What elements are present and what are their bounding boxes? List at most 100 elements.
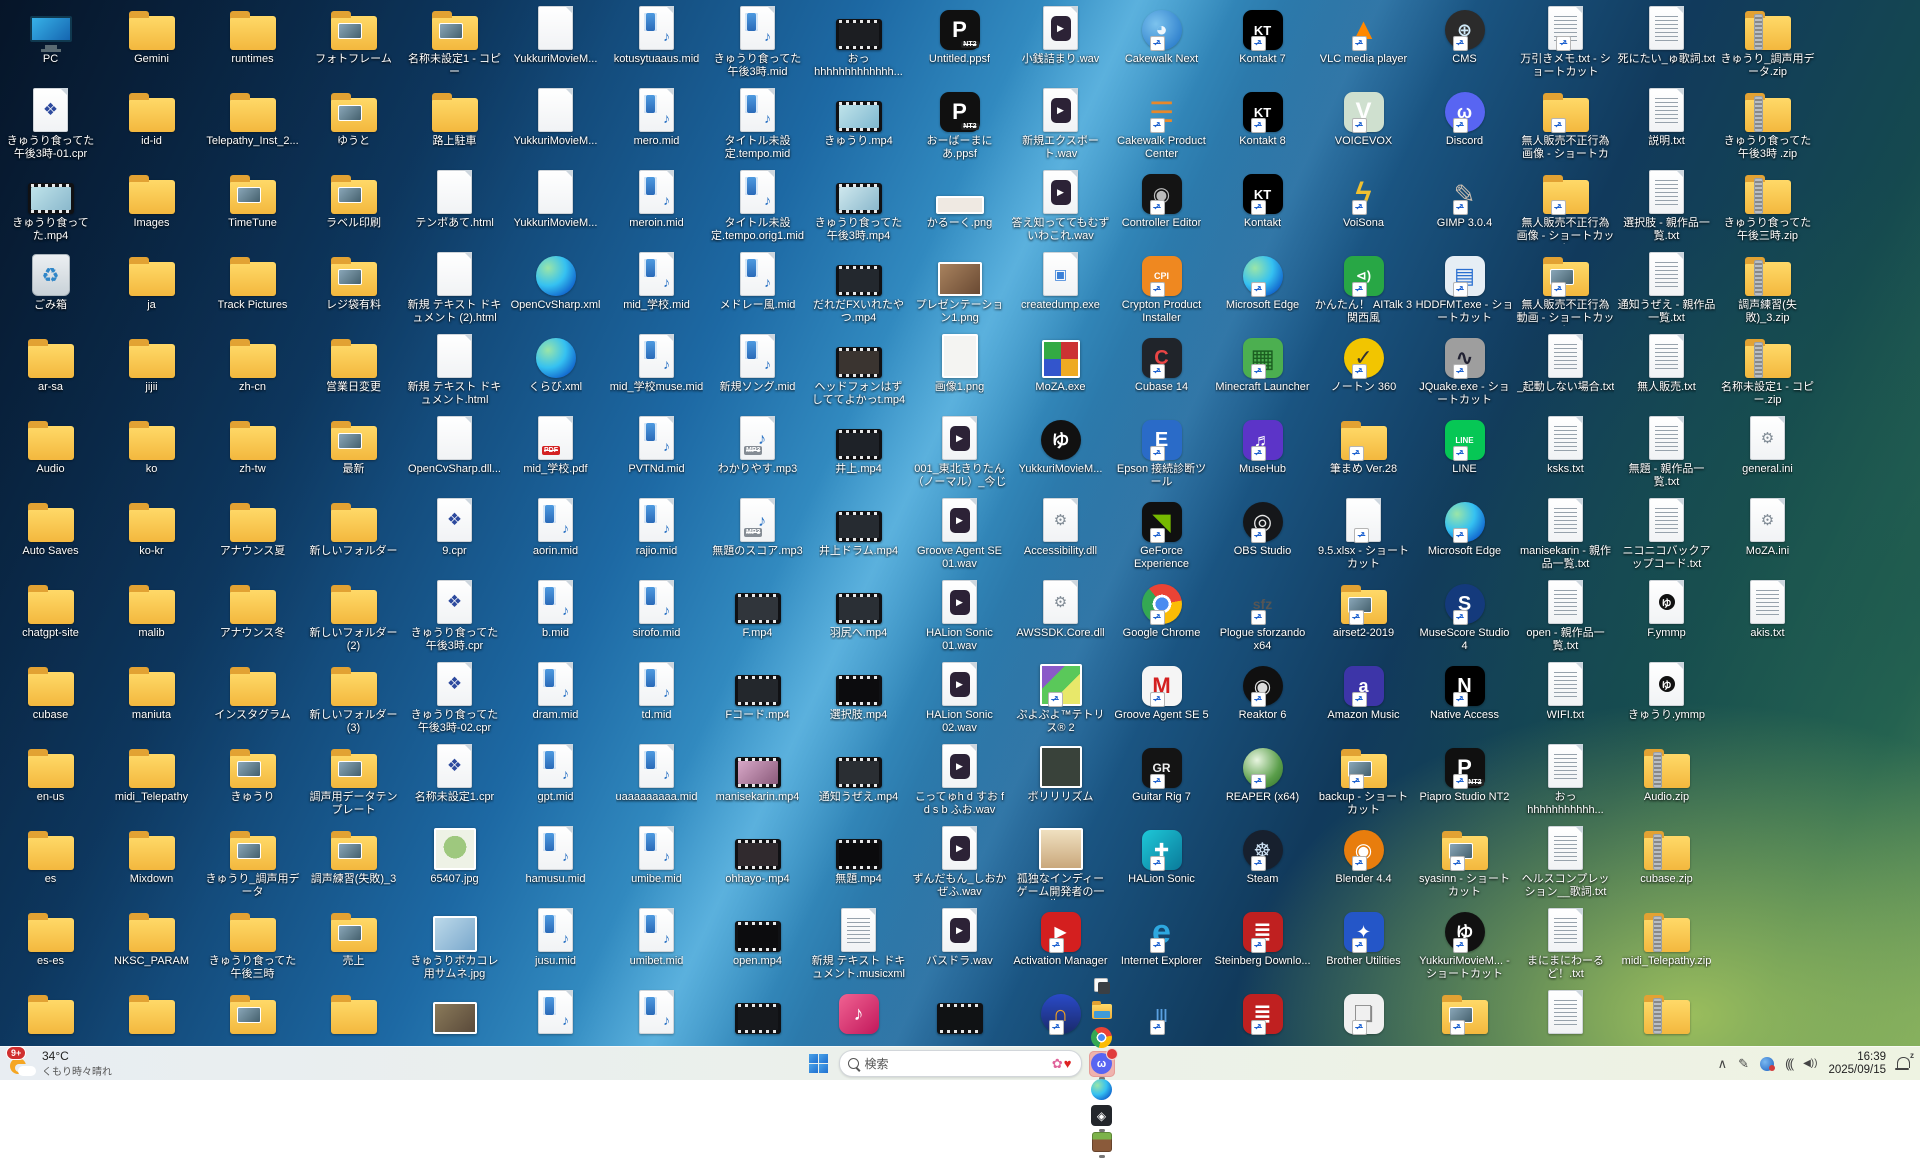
desktop-icon[interactable]: ko-kr [101,496,202,576]
desktop-icon[interactable]: きゅうり食ってた.mp4 [0,168,101,248]
desktop-icon[interactable]: ゆYukkuriMovieM... [1010,414,1111,494]
desktop-icon[interactable]: PNT2おーばーまにあ.ppsf [909,86,1010,166]
desktop-icon[interactable]: ゆF.ymmp [1616,578,1717,658]
desktop-icon[interactable]: Telepathy_Inst_2... [202,86,303,166]
desktop-icon[interactable]: ▲↗VLC media player [1313,4,1414,84]
desktop-icon[interactable]: きゅうり食ってた午後3時.mp4 [808,168,909,248]
desktop-icon[interactable]: ♪rajio.mid [606,496,707,576]
desktop-icon[interactable]: OpenCvSharp.dll... [404,414,505,494]
desktop-icon[interactable]: きゅうり.mp4 [808,86,909,166]
desktop-icon[interactable]: ▶答え知っててもむずいわこれ.wav [1010,168,1111,248]
desktop-icon[interactable]: akis.txt [1717,578,1818,658]
desktop-icon[interactable]: ◉↗Controller Editor [1111,168,1212,248]
weather-widget[interactable]: 9+ 34°C くもり時々晴れ [10,1049,112,1078]
desktop-icon[interactable]: ♬↗MuseHub [1212,414,1313,494]
desktop-icon[interactable]: インスタグラム [202,660,303,740]
desktop-icon[interactable]: PNT2Untitled.ppsf [909,4,1010,84]
desktop-icon[interactable]: Gemini [101,4,202,84]
desktop-icon[interactable]: ♪きゅうり食ってた午後3時.mid [707,4,808,84]
desktop-icon[interactable]: 孤独なインディーゲーム開発者の一生 ... [1010,824,1111,904]
desktop-icon[interactable]: PC [0,4,101,84]
desktop-icon[interactable]: きゅうり食ってた午後三時.zip [1717,168,1818,248]
desktop-icon[interactable]: manisekarin - 親作品一覧.txt [1515,496,1616,576]
desktop-icon[interactable]: ≣↗Steinberg Downlo... [1212,906,1313,986]
desktop-icon[interactable]: ar-sa [0,332,101,412]
taskbar-task-view-button[interactable] [1089,973,1115,999]
desktop-icon[interactable]: ♪umibet.mid [606,906,707,986]
desktop-icon[interactable]: ゆ↗YukkuriMovieM... - ショートカット [1414,906,1515,986]
desktop-icon[interactable]: midi_Telepathy [101,742,202,822]
desktop-icon[interactable]: ♪mid_学校.mid [606,250,707,330]
desktop-icon[interactable]: Auto Saves [0,496,101,576]
desktop-icon[interactable]: ♪MP3無題のスコア.mp3 [707,496,808,576]
desktop-icon[interactable]: ↗backup - ショートカット [1313,742,1414,822]
desktop-icon[interactable]: 無題.mp4 [808,824,909,904]
wifi-icon[interactable]: ((( [1785,1056,1792,1071]
desktop-icon[interactable]: ↗9.5.xlsx - ショートカット [1313,496,1414,576]
desktop-icon[interactable]: ⚙Accessibility.dll [1010,496,1111,576]
desktop-icon[interactable]: ♪gpt.mid [505,742,606,822]
desktop-icon[interactable]: Track Pictures [202,250,303,330]
desktop-icon[interactable]: 無題 - 親作品一覧.txt [1616,414,1717,494]
desktop-icon[interactable]: ↗ぷよぷよ™テトリス® 2 [1010,660,1111,740]
desktop-icon[interactable]: ↗筆まめ Ver.28 [1313,414,1414,494]
desktop-icon[interactable]: ラベル印刷 [303,168,404,248]
desktop-icon[interactable]: きゅうり食ってた午後3時 .zip [1717,86,1818,166]
desktop-icon[interactable]: _起動しない場合.txt [1515,332,1616,412]
desktop-icon[interactable]: ♪td.mid [606,660,707,740]
desktop-icon[interactable]: 新しいフォルダー [303,496,404,576]
desktop-icon[interactable]: 新規 テキスト ドキュメント (2).html [404,250,505,330]
desktop-icon[interactable]: Audio.zip [1616,742,1717,822]
desktop-icon[interactable]: 調声練習(失敗)_3 [303,824,404,904]
desktop-icon[interactable]: ♪タイトル未設定.tempo.orig1.mid [707,168,808,248]
desktop-icon[interactable]: ヘルスコンプレッション__歌詞.txt [1515,824,1616,904]
desktop-icon[interactable]: ◕↗Cakewalk Next [1111,4,1212,84]
desktop-icon[interactable]: ♻ごみ箱 [0,250,101,330]
desktop-icon[interactable]: ⊕↗CMS [1414,4,1515,84]
desktop-icon[interactable]: ♪dram.mid [505,660,606,740]
desktop-icon[interactable]: V↗VOICEVOX [1313,86,1414,166]
desktop-icon[interactable]: 選択肢.mp4 [808,660,909,740]
desktop-icon[interactable]: YukkuriMovieM... [505,86,606,166]
desktop-icon[interactable]: PDFmid_学校.pdf [505,414,606,494]
desktop-icon[interactable]: アナウンス冬 [202,578,303,658]
desktop-icon[interactable]: ♪b.mid [505,578,606,658]
desktop-icon[interactable]: ja [101,250,202,330]
desktop-icon[interactable]: 無人販売.txt [1616,332,1717,412]
desktop-icon[interactable]: 死にたい_ゅ歌詞.txt [1616,4,1717,84]
desktop-icon[interactable]: midi_Telepathy.zip [1616,906,1717,986]
desktop-icon[interactable]: ⊲)↗かんたん！ AITalk 3 関西風 [1313,250,1414,330]
taskbar-edge-button[interactable] [1089,1077,1115,1103]
desktop-icon[interactable]: ♪umibe.mid [606,824,707,904]
desktop-icon[interactable]: es-es [0,906,101,986]
desktop-icon[interactable]: 新しいフォルダー (2) [303,578,404,658]
desktop-icon[interactable]: ♪PVTNd.mid [606,414,707,494]
desktop-icon[interactable]: PNT2↗Piapro Studio NT2 [1414,742,1515,822]
desktop-icon[interactable]: ☰↗Cakewalk Product Center [1111,86,1212,166]
desktop-icon[interactable]: ω↗Discord [1414,86,1515,166]
desktop-icon[interactable]: ▶新規エクスポート.wav [1010,86,1111,166]
desktop-icon[interactable]: S↗MuseScore Studio 4 [1414,578,1515,658]
clock[interactable]: 16:39 2025/09/15 [1828,1051,1886,1077]
desktop-icon[interactable]: 説明.txt [1616,86,1717,166]
desktop-icon[interactable]: 通知うぜえ - 親作品一覧.txt [1616,250,1717,330]
desktop-icon[interactable]: ❖9.cpr [404,496,505,576]
desktop-icon[interactable]: ♪新規ソング.mid [707,332,808,412]
desktop-icon[interactable]: ☸↗Steam [1212,824,1313,904]
desktop-icon[interactable]: MoZA.exe [1010,332,1111,412]
tray-pen-icon[interactable]: ✎ [1738,1056,1749,1072]
desktop-icon[interactable]: runtimes [202,4,303,84]
desktop-icon[interactable]: ↗無人販売不正行為画像 - ショートカット [1515,168,1616,248]
desktop-icon[interactable]: es [0,824,101,904]
desktop-icon[interactable]: ♪kotusytuaaus.mid [606,4,707,84]
desktop-icon[interactable]: ↗REAPER (x64) [1212,742,1313,822]
desktop-icon[interactable]: a↗Amazon Music [1313,660,1414,740]
desktop-icon[interactable]: ◉↗Blender 4.4 [1313,824,1414,904]
desktop-icon[interactable]: きゅうり [202,742,303,822]
desktop-icon[interactable]: ▶Groove Agent SE 01.wav [909,496,1010,576]
desktop-icon[interactable]: 井上.mp4 [808,414,909,494]
taskbar-chrome-button[interactable] [1089,1025,1115,1051]
desktop-icon[interactable]: ▶HALion Sonic 02.wav [909,660,1010,740]
desktop-icon[interactable]: zh-tw [202,414,303,494]
desktop-icon[interactable]: ▶HALion Sonic 01.wav [909,578,1010,658]
